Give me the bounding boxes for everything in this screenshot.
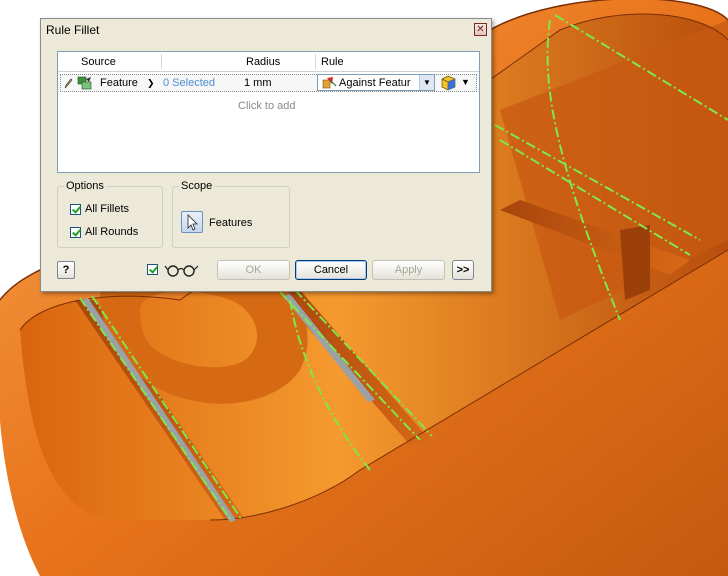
fillet-row[interactable]: Feature ❯ 0 Selected 1 mm Against Featur…: [60, 74, 477, 92]
column-divider: [161, 54, 162, 69]
rule-value: Against Featur: [339, 77, 411, 89]
all-rounds-label[interactable]: All Rounds: [85, 226, 138, 238]
chevron-down-icon[interactable]: ❯: [147, 78, 155, 89]
rib-4: [620, 225, 650, 300]
column-divider: [315, 54, 316, 69]
grid-header: Source Radius Rule: [58, 52, 479, 72]
preview-checkbox[interactable]: [147, 264, 158, 275]
rule-icon: [322, 77, 337, 89]
radius-value[interactable]: 1 mm: [244, 77, 272, 89]
dropdown-arrow-icon[interactable]: ▼: [419, 75, 434, 90]
close-icon: ✕: [476, 24, 485, 35]
close-button[interactable]: ✕: [474, 23, 487, 36]
apply-button[interactable]: Apply: [372, 260, 445, 280]
all-fillets-checkbox[interactable]: [70, 204, 81, 215]
options-group: Options All Fillets All Rounds: [57, 180, 163, 248]
options-group-label: Options: [64, 180, 106, 192]
feature-source-icon: [77, 76, 92, 90]
column-header-rule[interactable]: Rule: [321, 56, 344, 68]
cancel-button[interactable]: Cancel: [295, 260, 367, 280]
help-icon: ?: [62, 264, 70, 276]
preview-glasses-icon[interactable]: [164, 262, 200, 278]
column-header-radius[interactable]: Radius: [246, 56, 280, 68]
more-button[interactable]: >>: [452, 260, 474, 280]
dialog-titlebar[interactable]: Rule Fillet ✕: [41, 19, 491, 41]
selection-count[interactable]: 0 Selected: [163, 77, 215, 89]
help-button[interactable]: ?: [57, 261, 75, 279]
scope-group-label: Scope: [179, 180, 215, 192]
all-rounds-checkbox[interactable]: [70, 227, 81, 238]
features-scope-button[interactable]: [181, 211, 203, 233]
source-value[interactable]: Feature: [100, 77, 138, 89]
fillet-grid[interactable]: Source Radius Rule Feature ❯ 0 Selected: [57, 51, 480, 173]
all-fillets-label[interactable]: All Fillets: [85, 203, 129, 215]
dialog-body: Source Radius Rule Feature ❯ 0 Selected: [48, 41, 484, 291]
rule-fillet-dialog: Rule Fillet ✕ Source Radius Rule Feature…: [40, 18, 492, 292]
column-header-source[interactable]: Source: [81, 56, 116, 68]
chevron-down-icon[interactable]: ▼: [461, 77, 470, 87]
dialog-title: Rule Fillet: [46, 23, 100, 37]
features-scope-label[interactable]: Features: [209, 217, 252, 229]
scope-group: Scope Features: [172, 180, 290, 248]
rule-dropdown[interactable]: Against Featur ▼: [317, 74, 435, 91]
pencil-icon: [64, 78, 73, 89]
cursor-arrow-icon: [187, 214, 198, 231]
cube-icon[interactable]: [439, 74, 459, 91]
click-to-add-hint[interactable]: Click to add: [238, 100, 295, 112]
ok-button[interactable]: OK: [217, 260, 290, 280]
